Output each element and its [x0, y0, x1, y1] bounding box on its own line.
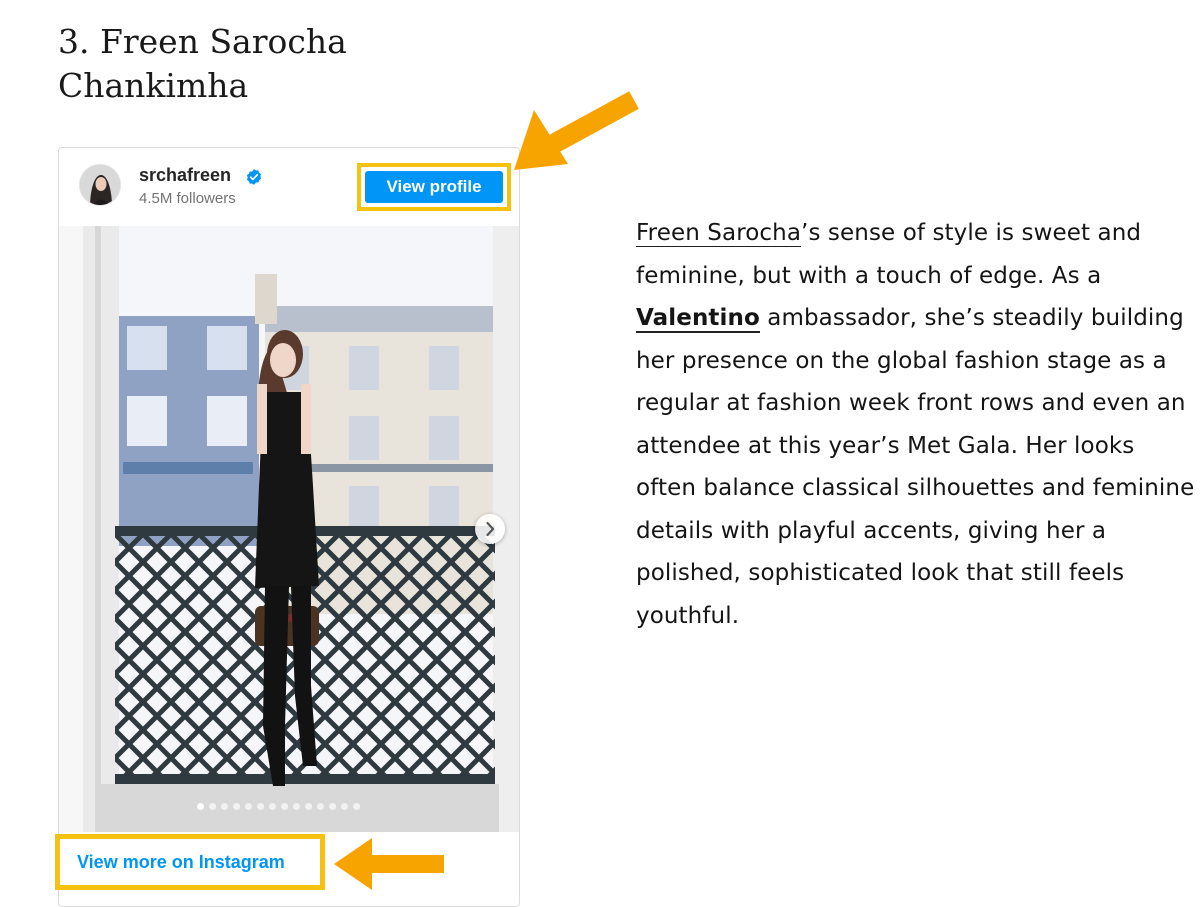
article-text-2: ambassador, she’s steadily building her … [636, 305, 1195, 629]
view-more-on-instagram-link[interactable]: View more on Instagram [77, 852, 285, 873]
carousel-dot [269, 803, 276, 810]
carousel-dot [245, 803, 252, 810]
heading-line-2: Chankimha [58, 66, 249, 105]
highlight-box-view-profile: View profile [357, 163, 511, 211]
verified-badge-icon [245, 168, 263, 186]
freen-sarocha-link[interactable]: Freen Sarocha [636, 220, 802, 247]
highlight-box-view-more: View more on Instagram [55, 834, 325, 890]
carousel-dot [305, 803, 312, 810]
valentino-link[interactable]: Valentino [636, 305, 760, 333]
arrow-icon [334, 838, 444, 890]
article-paragraph: Freen Sarocha’s sense of style is sweet … [636, 212, 1196, 637]
next-slide-button[interactable] [475, 514, 505, 544]
heading-line-1: 3. Freen Sarocha [58, 22, 347, 61]
carousel-dot [257, 803, 264, 810]
username-link[interactable]: srchafreen [139, 165, 231, 186]
carousel-dot [329, 803, 336, 810]
post-image[interactable] [59, 226, 519, 832]
carousel-dot [293, 803, 300, 810]
article-heading: 3. Freen Sarocha Chankimha [58, 20, 478, 108]
arrow-icon [514, 91, 639, 170]
post-photo-illustration [59, 226, 519, 832]
follower-count: 4.5M followers [139, 190, 236, 207]
carousel-dot [221, 803, 228, 810]
carousel-dot [353, 803, 360, 810]
carousel-dot [209, 803, 216, 810]
carousel-dot [197, 803, 204, 810]
carousel-dot [233, 803, 240, 810]
chevron-right-icon [486, 521, 495, 537]
carousel-dot [341, 803, 348, 810]
view-profile-button[interactable]: View profile [365, 171, 503, 203]
carousel-dot [317, 803, 324, 810]
carousel-dot [281, 803, 288, 810]
instagram-embed: srchafreen 4.5M followers View profile [58, 147, 520, 907]
avatar[interactable] [79, 164, 121, 206]
carousel-indicators [197, 803, 360, 811]
